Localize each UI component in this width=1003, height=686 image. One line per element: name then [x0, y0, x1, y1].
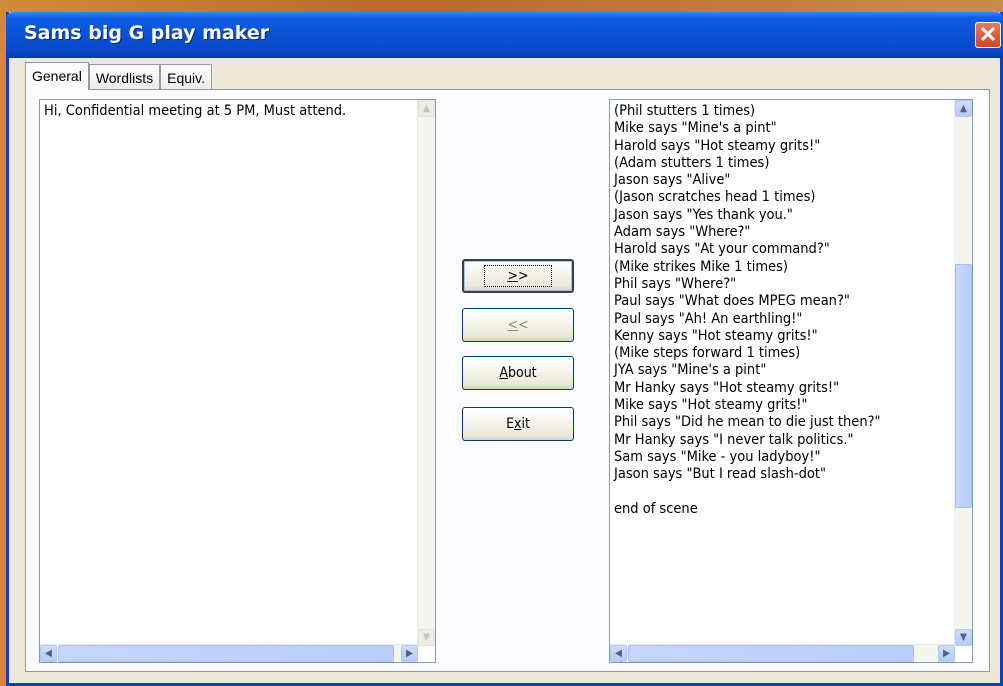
- output-line: (Mike strikes Mike 1 times): [614, 258, 788, 275]
- output-line: Mike says "Mine's a pint": [614, 120, 777, 137]
- input-vertical-scrollbar[interactable]: ▲ ▼: [417, 100, 435, 646]
- main-window: Sams big G play maker ✕ General Wordlist…: [6, 12, 1003, 686]
- output-line: JYA says "Mine's a pint": [614, 362, 767, 379]
- tab-general[interactable]: General: [25, 62, 89, 90]
- output-line: Mr Hanky says "I never talk politics.": [614, 431, 854, 448]
- scroll-left-icon: ◀: [615, 648, 622, 659]
- output-line: Jason says "Alive": [614, 172, 731, 189]
- input-horizontal-scrollbar[interactable]: ◀ ▶: [40, 644, 418, 662]
- output-line: Paul says "What does MPEG mean?": [614, 293, 850, 310]
- output-line: Harold says "Hot steamy grits!": [614, 137, 821, 154]
- output-line: Mr Hanky says "Hot steamy grits!": [614, 379, 840, 396]
- output-line: end of scene: [614, 500, 698, 517]
- output-line: Sam says "Mike - you ladyboy!": [614, 448, 821, 465]
- output-horizontal-scrollbar[interactable]: ◀ ▶: [610, 644, 955, 662]
- output-line: Mike says "Hot steamy grits!": [614, 397, 808, 414]
- output-vertical-scrollbar[interactable]: ▲ ▼: [954, 100, 972, 646]
- scroll-down-icon: ▼: [960, 632, 967, 643]
- close-button[interactable]: ✕: [975, 22, 1001, 48]
- input-scroll-left-button[interactable]: ◀: [40, 645, 57, 662]
- input-scroll-up-button[interactable]: ▲: [418, 100, 435, 117]
- title-bar[interactable]: Sams big G play maker ✕: [6, 12, 1003, 58]
- input-text[interactable]: Hi, Confidential meeting at 5 PM, Must a…: [44, 103, 346, 120]
- forward-button[interactable]: >>: [462, 259, 574, 293]
- about-button-label: About: [499, 365, 537, 381]
- back-button[interactable]: <<: [462, 308, 574, 342]
- output-line: Adam says "Where?": [614, 224, 751, 241]
- scroll-down-icon: ▼: [423, 632, 430, 643]
- output-line: Paul says "Ah! An earthling!": [614, 310, 803, 327]
- output-line: Harold says "At your command?": [614, 241, 830, 258]
- output-line: (Jason scratches head 1 times): [614, 189, 816, 206]
- output-scroll-left-button[interactable]: ◀: [610, 645, 627, 662]
- output-scroll-up-button[interactable]: ▲: [955, 100, 972, 117]
- output-line: (Adam stutters 1 times): [614, 154, 770, 171]
- exit-button[interactable]: Exit: [462, 407, 574, 441]
- output-textbox[interactable]: (Phil stutters 1 times) Mike says "Mine's…: [609, 99, 973, 663]
- tab-equiv[interactable]: Equiv.: [160, 64, 212, 90]
- exit-button-label: Exit: [506, 416, 530, 432]
- scroll-right-icon: ▶: [943, 648, 950, 659]
- output-scroll-down-button[interactable]: ▼: [955, 629, 972, 646]
- input-textbox[interactable]: Hi, Confidential meeting at 5 PM, Must a…: [39, 99, 436, 663]
- output-scroll-right-button[interactable]: ▶: [938, 645, 955, 662]
- output-line: Jason says "Yes thank you.": [614, 206, 793, 223]
- window-title: Sams big G play maker: [24, 22, 270, 44]
- input-scroll-right-button[interactable]: ▶: [401, 645, 418, 662]
- scroll-right-icon: ▶: [406, 648, 413, 659]
- tab-strip: General Wordlists Equiv.: [25, 62, 212, 90]
- output-text[interactable]: (Phil stutters 1 times) Mike says "Mine's…: [614, 103, 881, 518]
- forward-button-label: >>: [484, 265, 552, 287]
- scroll-up-icon: ▲: [423, 103, 430, 114]
- general-tab-panel: Hi, Confidential meeting at 5 PM, Must a…: [25, 89, 990, 672]
- about-button[interactable]: About: [462, 356, 574, 390]
- input-horizontal-thumb[interactable]: [58, 645, 394, 662]
- output-line: Kenny says "Hot steamy grits!": [614, 327, 818, 344]
- tab-wordlists[interactable]: Wordlists: [88, 64, 161, 90]
- back-button-label: <<: [507, 317, 529, 333]
- close-icon: ✕: [978, 22, 998, 47]
- output-line: Phil says "Where?": [614, 275, 737, 292]
- output-horizontal-thumb[interactable]: [628, 645, 914, 662]
- input-scroll-down-button[interactable]: ▼: [418, 629, 435, 646]
- scroll-up-icon: ▲: [960, 103, 967, 114]
- output-line: Phil says "Did he mean to die just then?…: [614, 414, 881, 431]
- output-line: Jason says "But I read slash-dot": [614, 466, 826, 483]
- output-vertical-thumb[interactable]: [955, 264, 972, 508]
- scroll-left-icon: ◀: [45, 648, 52, 659]
- output-line: (Phil stutters 1 times): [614, 103, 756, 119]
- output-line: (Mike steps forward 1 times): [614, 345, 801, 362]
